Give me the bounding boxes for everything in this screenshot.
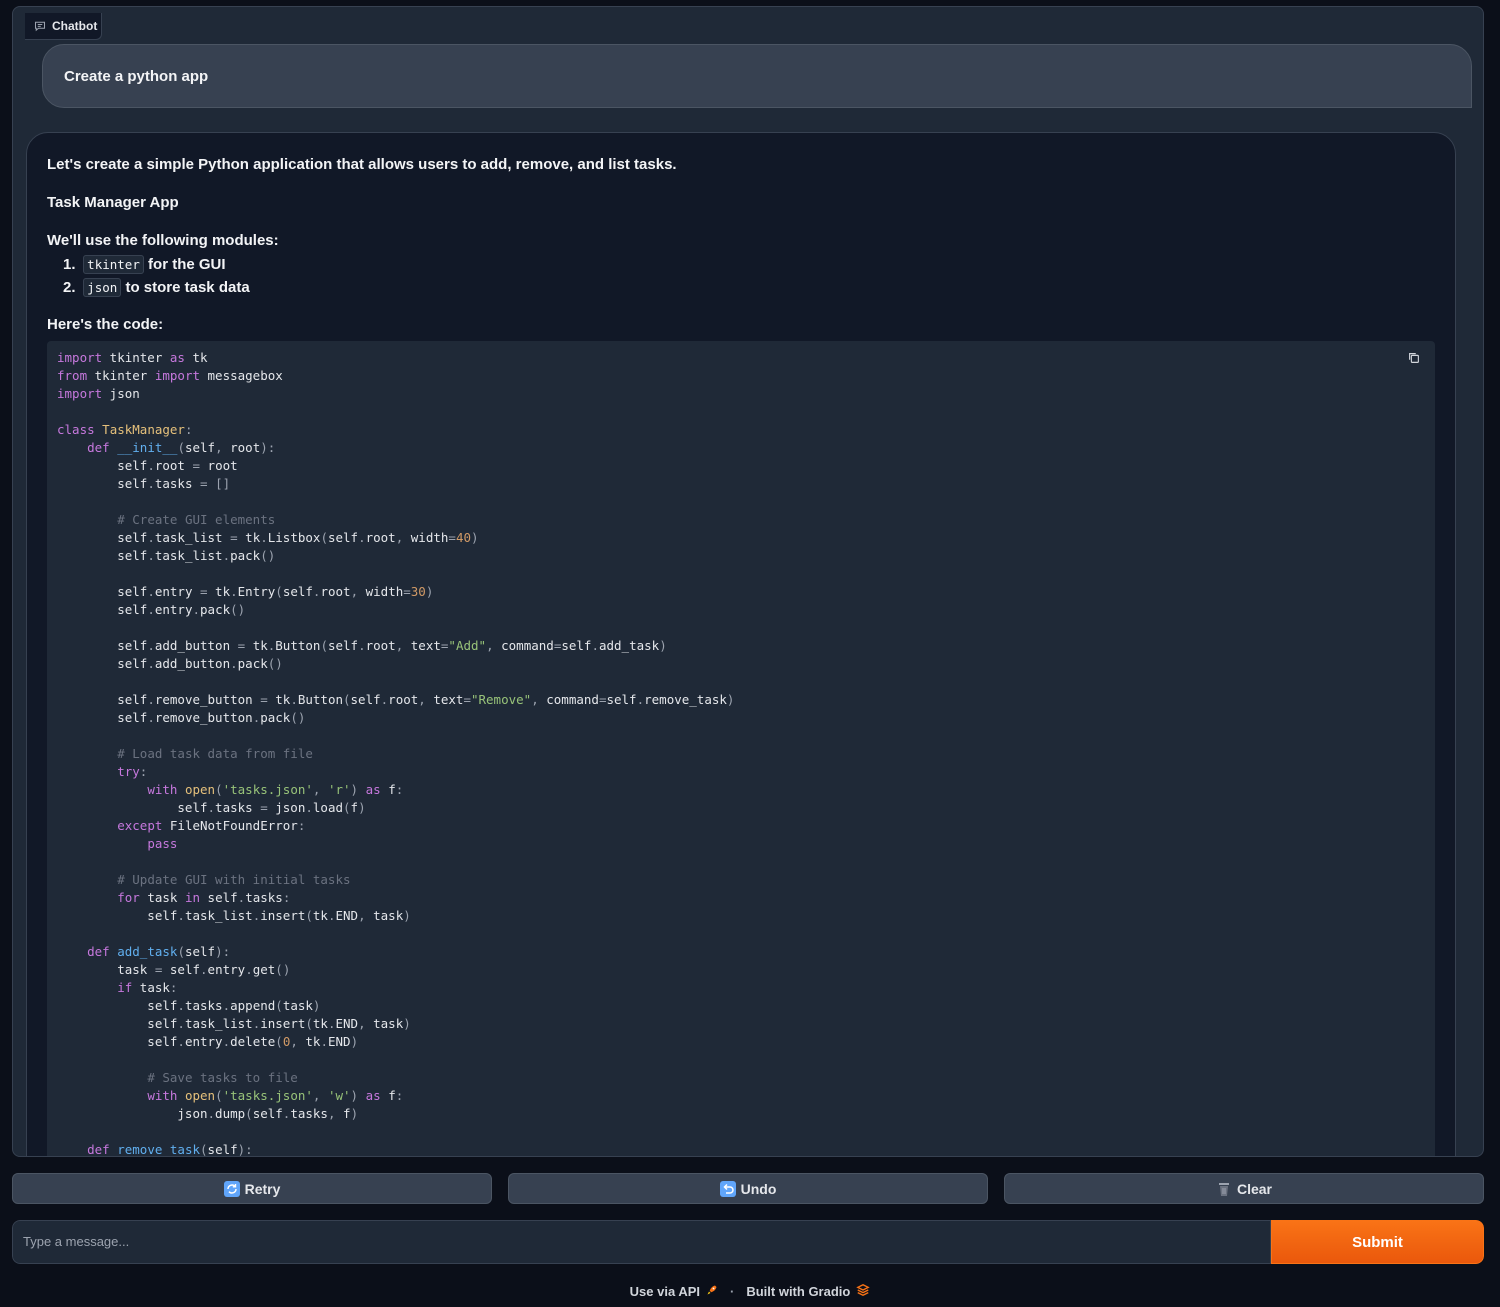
footer-separator: · (730, 1283, 735, 1299)
gradio-logo-icon (856, 1283, 871, 1300)
chatbot-panel: Chatbot Create a python app Let's create… (12, 6, 1484, 1157)
clear-button[interactable]: Clear (1004, 1173, 1484, 1204)
code-block: import tkinter as tk from tkinter import… (47, 341, 1435, 1157)
trash-icon (1216, 1181, 1232, 1197)
bot-intro: Let's create a simple Python application… (47, 156, 677, 173)
clear-label: Clear (1236, 1180, 1273, 1197)
user-message: Create a python app (42, 44, 1472, 108)
modules-heading: We'll use the following modules: (47, 232, 279, 249)
retry-label: Retry (244, 1180, 281, 1197)
undo-button[interactable]: Undo (508, 1173, 988, 1204)
inline-code: json (83, 278, 122, 297)
user-message-text: Create a python app (64, 67, 209, 85)
list-item: 2. json to store task data (63, 278, 250, 297)
copy-icon[interactable] (1407, 351, 1423, 367)
chat-icon (34, 21, 46, 32)
code-heading: Here's the code: (47, 316, 164, 333)
panel-label: Chatbot (25, 13, 102, 40)
message-input-row: Submit (12, 1220, 1484, 1264)
bot-message: Let's create a simple Python application… (26, 132, 1456, 1157)
use-via-api-link[interactable]: Use via API (630, 1284, 700, 1299)
built-with-gradio-link[interactable]: Built with Gradio (746, 1284, 850, 1299)
footer: Use via API · Built with Gradio (0, 1281, 1500, 1301)
rocket-icon (706, 1284, 718, 1299)
undo-icon (719, 1180, 736, 1197)
inline-code: tkinter (83, 255, 144, 274)
retry-button[interactable]: Retry (12, 1173, 492, 1204)
panel-label-text: Chatbot (52, 19, 98, 33)
submit-button[interactable]: Submit (1271, 1220, 1484, 1264)
modules-list: 1. tkinter for the GUI 2. json to store … (63, 253, 1435, 299)
code-content: import tkinter as tk from tkinter import… (57, 350, 735, 1157)
message-input[interactable] (12, 1220, 1271, 1264)
list-item: 1. tkinter for the GUI (63, 255, 226, 274)
bot-title: Task Manager App (47, 194, 179, 211)
undo-label: Undo (740, 1180, 777, 1197)
refresh-icon (223, 1180, 240, 1197)
